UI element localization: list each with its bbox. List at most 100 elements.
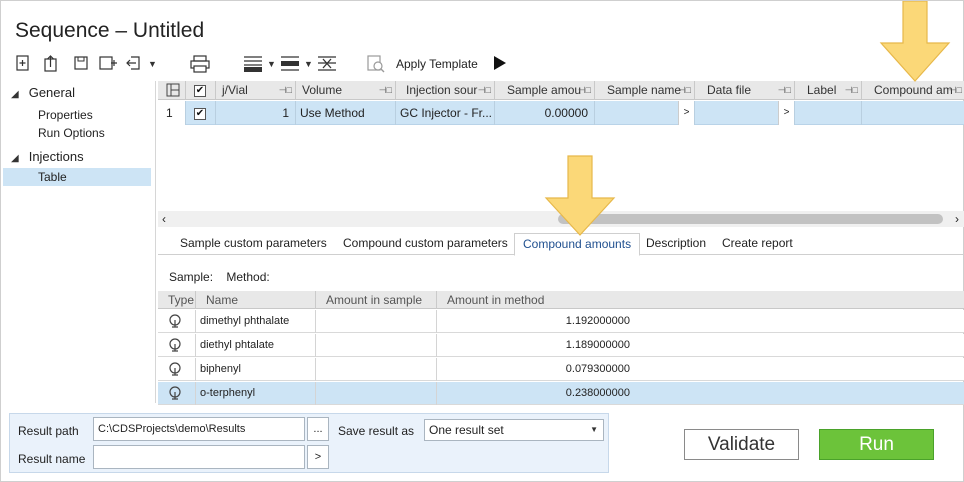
cell-sample-amount[interactable]: 0.00000 [495, 101, 595, 125]
pin-icon[interactable]: ⊣□ [279, 81, 292, 100]
pin-icon[interactable]: ⊣□ [478, 81, 491, 100]
cell-amount-in-sample[interactable] [316, 310, 437, 333]
cell-volume[interactable]: Use Method [296, 101, 396, 125]
column-header-label: Sample amou [507, 83, 582, 97]
run-button[interactable]: Run [819, 429, 934, 460]
column-header-injection-source[interactable]: Injection sour ⊣□ [396, 81, 495, 100]
cell-data-file[interactable]: > [695, 101, 795, 125]
nav-item-table[interactable]: Table [3, 168, 151, 186]
pin-icon[interactable]: ⊣□ [678, 81, 691, 100]
pin-icon[interactable]: ⊣□ [845, 81, 858, 100]
result-path-label: Result path [18, 424, 79, 438]
save-icon[interactable] [71, 54, 91, 74]
template-search-icon[interactable] [363, 54, 387, 74]
pin-icon[interactable]: ⊣□ [778, 81, 791, 100]
pin-icon[interactable]: ⊣□ [379, 81, 392, 100]
import-icon[interactable] [125, 54, 145, 74]
table-row[interactable]: diethyl phtalate 1.189000000 [158, 334, 964, 357]
print-icon[interactable] [188, 54, 212, 74]
column-header-label[interactable]: Label ⊣□ [795, 81, 862, 100]
apply-template-button[interactable]: Apply Template [396, 57, 478, 71]
result-name-field[interactable] [93, 445, 305, 469]
delete-row-icon[interactable] [315, 54, 339, 74]
nav-item-properties[interactable]: Properties [38, 108, 93, 122]
pin-icon[interactable]: ⊣□ [578, 81, 591, 100]
column-header-amount-in-sample[interactable]: Amount in sample [316, 291, 437, 309]
select-all-checkbox[interactable]: ✔ [186, 81, 216, 100]
chevron-down-icon[interactable]: ▼ [304, 54, 313, 74]
sequence-window: Sequence – Untitled ▼ ▼ ▼ Apply Template… [0, 0, 964, 482]
nav-group-general[interactable]: ◢ General [11, 85, 75, 100]
chevron-right-icon[interactable]: > [778, 101, 794, 125]
compound-table-header: Type Name Amount in sample Amount in met… [158, 291, 964, 309]
cell-label[interactable] [795, 101, 862, 125]
save-result-as-select[interactable]: One result set ▼ [424, 419, 604, 441]
row-checkbox[interactable]: ✔ [186, 101, 216, 125]
column-header-amount-in-method[interactable]: Amount in method [437, 291, 964, 309]
cell-amount-in-method: 1.192000000 [437, 310, 630, 333]
cell-injection-source[interactable]: GC Injector - Fr... [396, 101, 495, 125]
column-chooser-icon[interactable] [158, 81, 186, 100]
tab-description[interactable]: Description [646, 236, 706, 250]
tab-sample-custom-parameters[interactable]: Sample custom parameters [180, 236, 327, 250]
column-header-sample-amount[interactable]: Sample amou ⊣□ [495, 81, 595, 100]
browse-button[interactable]: ... [307, 417, 329, 441]
cell-name[interactable]: biphenyl [196, 358, 316, 381]
chevron-down-icon[interactable]: ▼ [267, 54, 276, 74]
cell-sample-name[interactable]: > [595, 101, 695, 125]
nav-group-label: Injections [28, 149, 84, 164]
cell-value: 0.079300000 [565, 363, 630, 375]
expanded-triangle-icon[interactable]: ◢ [11, 89, 19, 100]
cell-name[interactable]: o-terphenyl [196, 382, 316, 405]
expanded-triangle-icon[interactable]: ◢ [11, 153, 19, 164]
scroll-right-icon[interactable]: › [955, 211, 959, 227]
flask-icon [158, 334, 196, 357]
column-header-sample-name[interactable]: Sample name ⊣□ [595, 81, 695, 100]
method-label: Method: [226, 270, 270, 284]
navigation-tree: ◢ General Properties Run Options ◢ Injecti… [1, 81, 156, 403]
insert-row-icon[interactable] [241, 54, 265, 74]
tab-create-report[interactable]: Create report [722, 236, 793, 250]
column-header-vial[interactable]: j/Vial ⊣□ [216, 81, 296, 100]
chevron-right-icon[interactable]: > [678, 101, 694, 125]
cell-amount-in-sample[interactable] [316, 358, 437, 381]
validate-button[interactable]: Validate [684, 429, 799, 460]
column-header-label: Injection sour [406, 83, 478, 97]
cell-value: 0.238000000 [565, 387, 630, 399]
cell-name[interactable]: dimethyl phthalate [196, 310, 316, 333]
result-path-field[interactable]: C:\CDSProjects\demo\Results [93, 417, 305, 441]
column-header-name[interactable]: Name [196, 291, 316, 309]
save-as-icon[interactable] [98, 54, 118, 74]
save-result-as-label: Save result as [338, 424, 415, 438]
column-header-type[interactable]: Type [158, 291, 196, 309]
scroll-left-icon[interactable]: ‹ [162, 211, 166, 227]
pin-icon[interactable]: ⊣□ [949, 81, 962, 100]
upload-icon[interactable] [41, 54, 61, 74]
table-row[interactable]: dimethyl phthalate 1.192000000 [158, 310, 964, 333]
column-header-compound-amount[interactable]: Compound am ⊣□ [862, 81, 964, 100]
cell-amount-in-sample[interactable] [316, 334, 437, 357]
table-row[interactable]: biphenyl 0.079300000 [158, 358, 964, 381]
window-title: Sequence – Untitled [15, 19, 205, 42]
cell-compound-amount[interactable] [862, 101, 964, 125]
column-header-volume[interactable]: Volume ⊣□ [296, 81, 396, 100]
cell-name[interactable]: diethyl phtalate [196, 334, 316, 357]
chevron-down-icon[interactable]: ▼ [148, 54, 157, 74]
result-name-button[interactable]: > [307, 445, 329, 469]
cell-amount-in-sample[interactable] [316, 382, 437, 405]
run-triangle-icon[interactable] [493, 55, 507, 76]
nav-item-run-options[interactable]: Run Options [38, 126, 105, 140]
injection-grid: ✔ j/Vial ⊣□ Volume ⊣□ Injection sour ⊣□ Sam… [158, 81, 964, 127]
cell-value: 1.189000000 [565, 339, 630, 351]
table-row[interactable]: o-terphenyl 0.238000000 [158, 382, 964, 405]
nav-group-injections[interactable]: ◢ Injections [11, 149, 84, 164]
tab-compound-custom-parameters[interactable]: Compound custom parameters [343, 236, 508, 250]
chevron-down-icon[interactable]: ▼ [590, 420, 598, 440]
table-row[interactable]: 1 ✔ 1 Use Method GC Injector - Fr... 0.0… [158, 101, 964, 125]
new-file-icon[interactable] [13, 54, 33, 74]
column-header-data-file[interactable]: Data file ⊣□ [695, 81, 795, 100]
flask-icon [158, 310, 196, 333]
annotation-arrow-icon [544, 155, 616, 236]
cell-vial[interactable]: 1 [216, 101, 296, 125]
append-row-icon[interactable] [278, 54, 302, 74]
